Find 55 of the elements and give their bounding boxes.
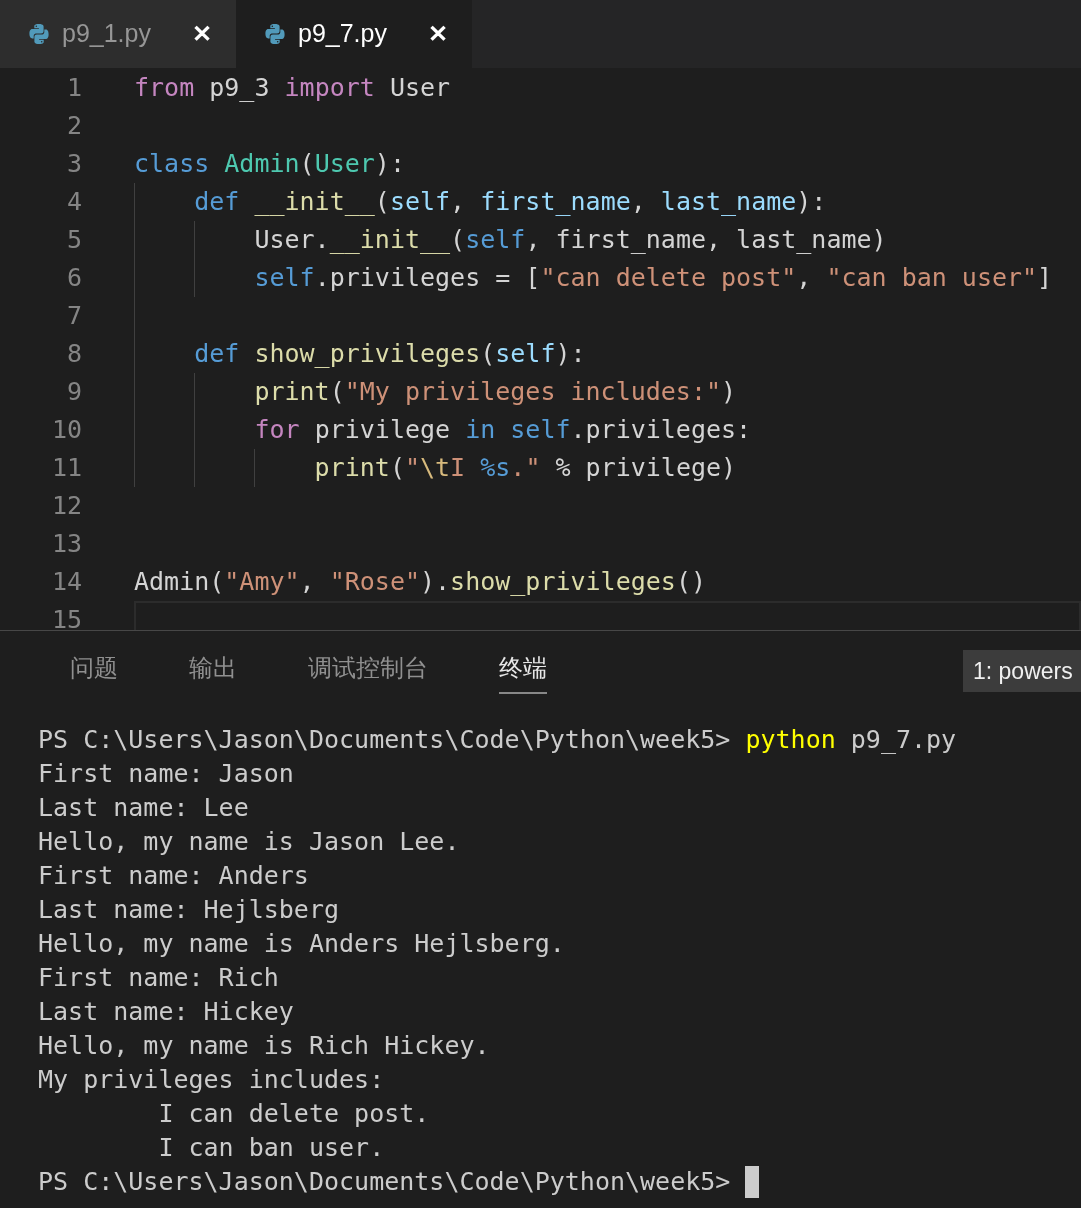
code-line: def show_privileges(self): (193, 338, 586, 371)
terminal-text: First name: Jason (38, 758, 294, 791)
terminal-text: python (745, 724, 836, 757)
close-icon[interactable]: ✕ (192, 16, 212, 52)
terminal-text: First name: Anders (38, 860, 309, 893)
line-number: 12 (50, 490, 82, 523)
line-number: 13 (50, 528, 82, 561)
line-number: 8 (65, 338, 82, 371)
panel-tab[interactable]: 输出 (189, 644, 237, 694)
terminal-text: First name: Rich (38, 962, 279, 995)
panel-tab[interactable]: 问题 (70, 644, 118, 694)
close-icon[interactable]: ✕ (428, 16, 448, 52)
line-number: 3 (65, 148, 82, 181)
terminal-text: Last name: Lee (38, 792, 249, 825)
code-line: class Admin(User): (134, 148, 405, 181)
code-line: from p9_3 import User (134, 72, 451, 105)
tab-label: p9_1.py (62, 18, 152, 50)
terminal-text: I can delete post. (157, 1098, 430, 1131)
terminal-text: Hello, my name is Anders Hejlsberg. (38, 928, 565, 961)
editor-tab[interactable]: p9_1.py ✕ (0, 0, 236, 68)
terminal-select[interactable]: 1: powers (963, 650, 1081, 692)
line-number: 1 (65, 72, 82, 105)
panel-tab[interactable]: 调试控制台 (308, 644, 428, 694)
code-line: User.__init__(self, first_name, last_name) (253, 224, 887, 257)
line-number: 14 (50, 566, 82, 599)
cursor (745, 1166, 760, 1198)
line-number: 9 (65, 376, 82, 409)
terminal-text: p9_7.py (849, 724, 957, 757)
editor-tab[interactable]: p9_7.py ✕ (236, 0, 472, 68)
line-number: 4 (65, 186, 82, 219)
line-number: 2 (65, 110, 82, 143)
terminal-text: My privileges includes: (38, 1064, 385, 1097)
line-number: 11 (50, 452, 82, 485)
code-line: def __init__(self, first_name, last_name): (193, 186, 827, 219)
code-line: print("\tI %s." % privilege) (313, 452, 737, 485)
code-line: self.privileges = ["can delete post", "can ban user"] (253, 262, 1053, 295)
terminal-text: PS C:\Users\Jason\Documents\Code\Python\week5> (38, 1166, 732, 1199)
terminal-text: PS C:\Users\Jason\Documents\Code\Python\week5> (38, 724, 732, 757)
code-line: for privilege in self.privileges: (253, 414, 752, 447)
tab-label: p9_7.py (298, 18, 388, 50)
line-number: 15 (50, 604, 82, 630)
panel-tab[interactable]: 终端 (499, 644, 547, 694)
python-logo-icon (264, 23, 286, 45)
python-logo-icon (28, 23, 50, 45)
terminal-text: Last name: Hejlsberg (38, 894, 340, 927)
terminal-text: Last name: Hickey (38, 996, 294, 1029)
terminal-text: Hello, my name is Jason Lee. (38, 826, 460, 859)
terminal-text: Hello, my name is Rich Hickey. (38, 1030, 490, 1063)
code-line: print("My privileges includes:") (253, 376, 737, 409)
line-number: 5 (65, 224, 82, 257)
line-number: 6 (65, 262, 82, 295)
line-number: 7 (65, 300, 82, 333)
line-number: 10 (50, 414, 82, 447)
code-line: Admin("Amy", "Rose").show_privileges() (134, 566, 706, 599)
terminal-text: I can ban user. (157, 1132, 385, 1165)
